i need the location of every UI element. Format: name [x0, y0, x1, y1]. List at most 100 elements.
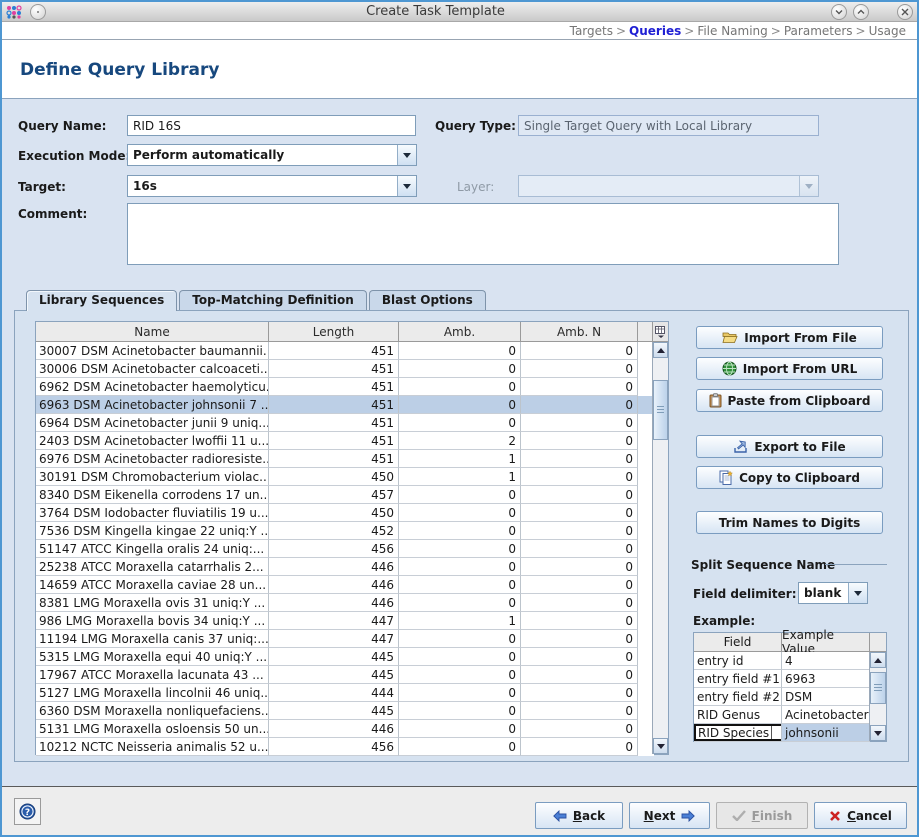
- comment-textarea[interactable]: [127, 203, 839, 265]
- cell-amb: 2: [399, 432, 521, 450]
- table-config-icon: [655, 326, 666, 338]
- copy-pages-icon: [719, 470, 733, 485]
- cell-field: RID Genus: [694, 706, 782, 724]
- cell-length: 457: [269, 486, 399, 504]
- tab-blast-options[interactable]: Blast Options: [369, 290, 486, 310]
- breadcrumb-item-usage[interactable]: Usage: [869, 24, 906, 38]
- table-row[interactable]: 7536 DSM Kingella kingae 22 uniq:Y ...45…: [36, 522, 654, 540]
- paste-from-clipboard-label: Paste from Clipboard: [728, 394, 871, 408]
- column-config-button[interactable]: [652, 322, 668, 342]
- column-header-field[interactable]: Field: [694, 633, 782, 651]
- table-row[interactable]: 6962 DSM Acinetobacter haemolyticu...451…: [36, 378, 654, 396]
- paste-from-clipboard-button[interactable]: Paste from Clipboard: [696, 389, 883, 412]
- query-type-field: Single Target Query with Local Library: [518, 115, 819, 136]
- table-row[interactable]: 6976 DSM Acinetobacter radioresiste...45…: [36, 450, 654, 468]
- table-row[interactable]: 10212 NCTC Neisseria animalis 52 u...456…: [36, 738, 654, 756]
- table-row[interactable]: 25238 ATCC Moraxella catarrhalis 2...446…: [36, 558, 654, 576]
- example-row[interactable]: RID Speciesjohnsonii: [694, 724, 870, 742]
- trim-names-to-digits-button[interactable]: Trim Names to Digits: [696, 511, 883, 534]
- table-row[interactable]: 5127 LMG Moraxella lincolnii 46 uniq...4…: [36, 684, 654, 702]
- breadcrumb-item-targets[interactable]: Targets: [570, 24, 613, 38]
- table-row[interactable]: 51147 ATCC Kingella oralis 24 uniq:...45…: [36, 540, 654, 558]
- scrollbar-thumb[interactable]: [870, 672, 886, 704]
- help-button[interactable]: ?: [14, 798, 41, 825]
- execution-mode-select[interactable]: Perform automatically: [127, 144, 417, 166]
- example-row[interactable]: entry field #16963: [694, 670, 870, 688]
- example-row[interactable]: RID GenusAcinetobacter: [694, 706, 870, 724]
- back-button[interactable]: Back: [535, 802, 623, 829]
- tab-top-matching-definition[interactable]: Top-Matching Definition: [179, 290, 367, 310]
- import-from-url-button[interactable]: Import From URL: [696, 357, 883, 380]
- table-row[interactable]: 17967 ATCC Moraxella lacunata 43 ...4450…: [36, 666, 654, 684]
- column-header-example-value[interactable]: Example Value: [782, 633, 870, 651]
- cell-amb-n: 0: [521, 378, 638, 396]
- import-from-file-button[interactable]: Import From File: [696, 326, 883, 349]
- cancel-button[interactable]: Cancel: [814, 802, 907, 829]
- close-icon: [901, 8, 909, 16]
- table-row[interactable]: 6360 DSM Moraxella nonliquefaciens...445…: [36, 702, 654, 720]
- window-roll-up-button[interactable]: [853, 4, 869, 20]
- cell-length: 456: [269, 738, 399, 756]
- target-select[interactable]: 16s: [127, 175, 417, 197]
- field-cell-editor[interactable]: RID Species: [694, 724, 782, 741]
- cell-amb-n: 0: [521, 612, 638, 630]
- next-button[interactable]: Next: [629, 802, 710, 829]
- triangle-up-icon: [657, 348, 665, 353]
- example-table-scrollbar[interactable]: [869, 652, 886, 741]
- field-delimiter-dropdown-button[interactable]: [848, 583, 867, 603]
- cell-length: 446: [269, 720, 399, 738]
- table-row[interactable]: 30006 DSM Acinetobacter calcoaceti...451…: [36, 360, 654, 378]
- table-row[interactable]: 5131 LMG Moraxella osloensis 50 un...446…: [36, 720, 654, 738]
- copy-to-clipboard-button[interactable]: Copy to Clipboard: [696, 466, 883, 489]
- table-row[interactable]: 5315 LMG Moraxella equi 40 uniq:Y ...445…: [36, 648, 654, 666]
- window-roll-down-button[interactable]: [831, 4, 847, 20]
- sequence-table-scrollbar[interactable]: [652, 342, 668, 754]
- query-type-label: Query Type:: [435, 119, 516, 133]
- trim-names-to-digits-label: Trim Names to Digits: [719, 516, 861, 530]
- tab-library-sequences[interactable]: Library Sequences: [26, 290, 177, 311]
- table-row[interactable]: 8381 LMG Moraxella ovis 31 uniq:Y ...446…: [36, 594, 654, 612]
- cell-field: RID Species: [694, 724, 782, 742]
- target-dropdown-button[interactable]: [397, 176, 416, 196]
- table-row[interactable]: 8340 DSM Eikenella corrodens 17 un...457…: [36, 486, 654, 504]
- table-row[interactable]: 3764 DSM Iodobacter fluviatilis 19 u...4…: [36, 504, 654, 522]
- export-to-file-button[interactable]: Export to File: [696, 435, 883, 458]
- export-tray-icon: [733, 440, 748, 454]
- scroll-down-button[interactable]: [653, 738, 668, 754]
- table-row[interactable]: 986 LMG Moraxella bovis 34 uniq:Y ...447…: [36, 612, 654, 630]
- clipboard-icon: [709, 393, 722, 408]
- breadcrumb-item-parameters[interactable]: Parameters: [784, 24, 853, 38]
- window-menu-button[interactable]: [30, 4, 46, 20]
- breadcrumb-item-file-naming[interactable]: File Naming: [697, 24, 767, 38]
- chevron-down-icon: [835, 8, 843, 16]
- cell-length: 451: [269, 414, 399, 432]
- example-row[interactable]: entry id4: [694, 652, 870, 670]
- scroll-up-button[interactable]: [653, 342, 668, 358]
- sequence-table: Name Length Amb. Amb. N 30007 DSM Acinet…: [35, 321, 669, 755]
- column-header-amb[interactable]: Amb.: [399, 322, 521, 341]
- cell-length: 445: [269, 648, 399, 666]
- sequence-table-header: Name Length Amb. Amb. N: [36, 322, 668, 342]
- column-header-amb-n[interactable]: Amb. N: [521, 322, 638, 341]
- column-header-length[interactable]: Length: [269, 322, 399, 341]
- scroll-down-button[interactable]: [870, 725, 886, 741]
- table-row[interactable]: 14659 ATCC Moraxella caviae 28 un...4460…: [36, 576, 654, 594]
- scrollbar-thumb[interactable]: [653, 380, 668, 440]
- column-header-name[interactable]: Name: [36, 322, 269, 341]
- table-row[interactable]: 2403 DSM Acinetobacter lwoffii 11 u...45…: [36, 432, 654, 450]
- table-row[interactable]: 30007 DSM Acinetobacter baumannii...4510…: [36, 342, 654, 360]
- window-close-button[interactable]: [897, 4, 913, 20]
- breadcrumb-item-queries[interactable]: Queries: [629, 24, 681, 38]
- field-delimiter-select[interactable]: blank: [798, 582, 868, 604]
- table-row[interactable]: 11194 LMG Moraxella canis 37 uniq:...447…: [36, 630, 654, 648]
- query-name-input[interactable]: [127, 115, 416, 136]
- table-row[interactable]: 6964 DSM Acinetobacter junii 9 uniq...45…: [36, 414, 654, 432]
- example-row[interactable]: entry field #2DSM: [694, 688, 870, 706]
- cell-amb-n: 0: [521, 558, 638, 576]
- table-row[interactable]: 30191 DSM Chromobacterium violac...45010: [36, 468, 654, 486]
- cancel-label: Cancel: [847, 809, 892, 823]
- cell-length: 447: [269, 612, 399, 630]
- table-row[interactable]: 6963 DSM Acinetobacter johnsonii 7 ...45…: [36, 396, 654, 414]
- scroll-up-button[interactable]: [870, 652, 886, 668]
- execution-mode-dropdown-button[interactable]: [397, 145, 416, 165]
